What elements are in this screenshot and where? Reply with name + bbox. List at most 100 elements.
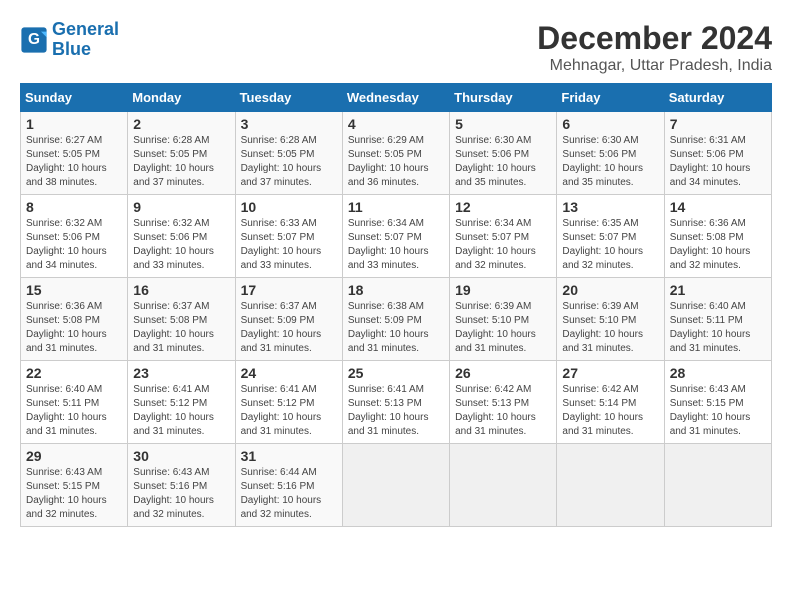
calendar-cell: [450, 444, 557, 527]
day-info: Sunrise: 6:33 AM Sunset: 5:07 PM Dayligh…: [241, 217, 337, 273]
calendar-cell: 20 Sunrise: 6:39 AM Sunset: 5:10 PM Dayli…: [557, 278, 664, 361]
day-info: Sunrise: 6:41 AM Sunset: 5:12 PM Dayligh…: [241, 383, 337, 439]
day-info: Sunrise: 6:38 AM Sunset: 5:09 PM Dayligh…: [348, 300, 444, 356]
calendar-cell: [557, 444, 664, 527]
day-info: Sunrise: 6:36 AM Sunset: 5:08 PM Dayligh…: [26, 300, 122, 356]
day-number: 28: [670, 365, 766, 381]
calendar-cell: 21 Sunrise: 6:40 AM Sunset: 5:11 PM Dayli…: [664, 278, 771, 361]
day-number: 31: [241, 448, 337, 464]
calendar-cell: 27 Sunrise: 6:42 AM Sunset: 5:14 PM Dayli…: [557, 361, 664, 444]
day-info: Sunrise: 6:36 AM Sunset: 5:08 PM Dayligh…: [670, 217, 766, 273]
calendar-cell: 30Sunrise: 6:43 AM Sunset: 5:16 PM Dayli…: [128, 444, 235, 527]
title-area: December 2024 Mehnagar, Uttar Pradesh, I…: [537, 20, 772, 75]
day-number: 10: [241, 199, 337, 215]
calendar-cell: 25 Sunrise: 6:41 AM Sunset: 5:13 PM Dayli…: [342, 361, 449, 444]
calendar-cell: 1 Sunrise: 6:27 AM Sunset: 5:05 PM Daylig…: [21, 112, 128, 195]
day-info: Sunrise: 6:34 AM Sunset: 5:07 PM Dayligh…: [455, 217, 551, 273]
header: G General Blue December 2024 Mehnagar, U…: [20, 20, 772, 75]
calendar-week-row: 1 Sunrise: 6:27 AM Sunset: 5:05 PM Daylig…: [21, 112, 772, 195]
day-info: Sunrise: 6:42 AM Sunset: 5:13 PM Dayligh…: [455, 383, 551, 439]
day-number: 1: [26, 116, 122, 132]
header-day-saturday: Saturday: [664, 84, 771, 112]
logo-text: General Blue: [52, 20, 119, 60]
header-day-friday: Friday: [557, 84, 664, 112]
day-number: 22: [26, 365, 122, 381]
day-info: Sunrise: 6:39 AM Sunset: 5:10 PM Dayligh…: [455, 300, 551, 356]
header-day-monday: Monday: [128, 84, 235, 112]
day-number: 17: [241, 282, 337, 298]
day-number: 2: [133, 116, 229, 132]
day-info: Sunrise: 6:37 AM Sunset: 5:08 PM Dayligh…: [133, 300, 229, 356]
calendar-cell: 12 Sunrise: 6:34 AM Sunset: 5:07 PM Dayli…: [450, 195, 557, 278]
day-info: Sunrise: 6:31 AM Sunset: 5:06 PM Dayligh…: [670, 134, 766, 190]
calendar-cell: 18Sunrise: 6:38 AM Sunset: 5:09 PM Dayli…: [342, 278, 449, 361]
calendar-cell: 3 Sunrise: 6:28 AM Sunset: 5:05 PM Daylig…: [235, 112, 342, 195]
day-number: 9: [133, 199, 229, 215]
calendar-cell: 8Sunrise: 6:32 AM Sunset: 5:06 PM Daylig…: [21, 195, 128, 278]
logo: G General Blue: [20, 20, 119, 60]
day-number: 20: [562, 282, 658, 298]
calendar-cell: 13 Sunrise: 6:35 AM Sunset: 5:07 PM Dayli…: [557, 195, 664, 278]
day-number: 29: [26, 448, 122, 464]
calendar-cell: [342, 444, 449, 527]
day-info: Sunrise: 6:40 AM Sunset: 5:11 PM Dayligh…: [670, 300, 766, 356]
calendar-cell: 22 Sunrise: 6:40 AM Sunset: 5:11 PM Dayli…: [21, 361, 128, 444]
day-number: 27: [562, 365, 658, 381]
calendar-cell: 10 Sunrise: 6:33 AM Sunset: 5:07 PM Dayli…: [235, 195, 342, 278]
calendar-cell: 2 Sunrise: 6:28 AM Sunset: 5:05 PM Daylig…: [128, 112, 235, 195]
calendar-cell: 6Sunrise: 6:30 AM Sunset: 5:06 PM Daylig…: [557, 112, 664, 195]
day-info: Sunrise: 6:30 AM Sunset: 5:06 PM Dayligh…: [455, 134, 551, 190]
day-info: Sunrise: 6:39 AM Sunset: 5:10 PM Dayligh…: [562, 300, 658, 356]
day-info: Sunrise: 6:32 AM Sunset: 5:06 PM Dayligh…: [133, 217, 229, 273]
day-info: Sunrise: 6:34 AM Sunset: 5:07 PM Dayligh…: [348, 217, 444, 273]
calendar-cell: 16 Sunrise: 6:37 AM Sunset: 5:08 PM Dayli…: [128, 278, 235, 361]
day-number: 19: [455, 282, 551, 298]
calendar-cell: 23 Sunrise: 6:41 AM Sunset: 5:12 PM Dayli…: [128, 361, 235, 444]
day-info: Sunrise: 6:43 AM Sunset: 5:15 PM Dayligh…: [670, 383, 766, 439]
calendar-cell: 7Sunrise: 6:31 AM Sunset: 5:06 PM Daylig…: [664, 112, 771, 195]
day-number: 16: [133, 282, 229, 298]
header-day-sunday: Sunday: [21, 84, 128, 112]
day-number: 30: [133, 448, 229, 464]
day-number: 3: [241, 116, 337, 132]
day-number: 21: [670, 282, 766, 298]
day-info: Sunrise: 6:42 AM Sunset: 5:14 PM Dayligh…: [562, 383, 658, 439]
day-info: Sunrise: 6:40 AM Sunset: 5:11 PM Dayligh…: [26, 383, 122, 439]
svg-text:G: G: [28, 31, 40, 48]
calendar-cell: 17 Sunrise: 6:37 AM Sunset: 5:09 PM Dayli…: [235, 278, 342, 361]
calendar-cell: 15Sunrise: 6:36 AM Sunset: 5:08 PM Dayli…: [21, 278, 128, 361]
calendar-cell: 5Sunrise: 6:30 AM Sunset: 5:06 PM Daylig…: [450, 112, 557, 195]
day-info: Sunrise: 6:43 AM Sunset: 5:15 PM Dayligh…: [26, 466, 122, 522]
day-info: Sunrise: 6:44 AM Sunset: 5:16 PM Dayligh…: [241, 466, 337, 522]
calendar-cell: 9 Sunrise: 6:32 AM Sunset: 5:06 PM Daylig…: [128, 195, 235, 278]
logo-icon: G: [20, 26, 48, 54]
day-info: Sunrise: 6:28 AM Sunset: 5:05 PM Dayligh…: [133, 134, 229, 190]
main-title: December 2024: [537, 20, 772, 57]
day-number: 25: [348, 365, 444, 381]
calendar-cell: 31 Sunrise: 6:44 AM Sunset: 5:16 PM Dayli…: [235, 444, 342, 527]
header-day-tuesday: Tuesday: [235, 84, 342, 112]
day-info: Sunrise: 6:37 AM Sunset: 5:09 PM Dayligh…: [241, 300, 337, 356]
day-number: 14: [670, 199, 766, 215]
day-info: Sunrise: 6:41 AM Sunset: 5:13 PM Dayligh…: [348, 383, 444, 439]
calendar-cell: 24Sunrise: 6:41 AM Sunset: 5:12 PM Dayli…: [235, 361, 342, 444]
subtitle: Mehnagar, Uttar Pradesh, India: [537, 57, 772, 75]
calendar-cell: [664, 444, 771, 527]
day-number: 13: [562, 199, 658, 215]
day-info: Sunrise: 6:27 AM Sunset: 5:05 PM Dayligh…: [26, 134, 122, 190]
day-number: 23: [133, 365, 229, 381]
day-number: 8: [26, 199, 122, 215]
day-number: 26: [455, 365, 551, 381]
day-number: 12: [455, 199, 551, 215]
calendar-cell: 26 Sunrise: 6:42 AM Sunset: 5:13 PM Dayli…: [450, 361, 557, 444]
calendar-cell: 11Sunrise: 6:34 AM Sunset: 5:07 PM Dayli…: [342, 195, 449, 278]
calendar-week-row: 15Sunrise: 6:36 AM Sunset: 5:08 PM Dayli…: [21, 278, 772, 361]
header-day-thursday: Thursday: [450, 84, 557, 112]
day-info: Sunrise: 6:35 AM Sunset: 5:07 PM Dayligh…: [562, 217, 658, 273]
day-number: 6: [562, 116, 658, 132]
calendar-table: SundayMondayTuesdayWednesdayThursdayFrid…: [20, 83, 772, 527]
calendar-cell: 19 Sunrise: 6:39 AM Sunset: 5:10 PM Dayli…: [450, 278, 557, 361]
day-info: Sunrise: 6:28 AM Sunset: 5:05 PM Dayligh…: [241, 134, 337, 190]
day-number: 4: [348, 116, 444, 132]
day-info: Sunrise: 6:41 AM Sunset: 5:12 PM Dayligh…: [133, 383, 229, 439]
